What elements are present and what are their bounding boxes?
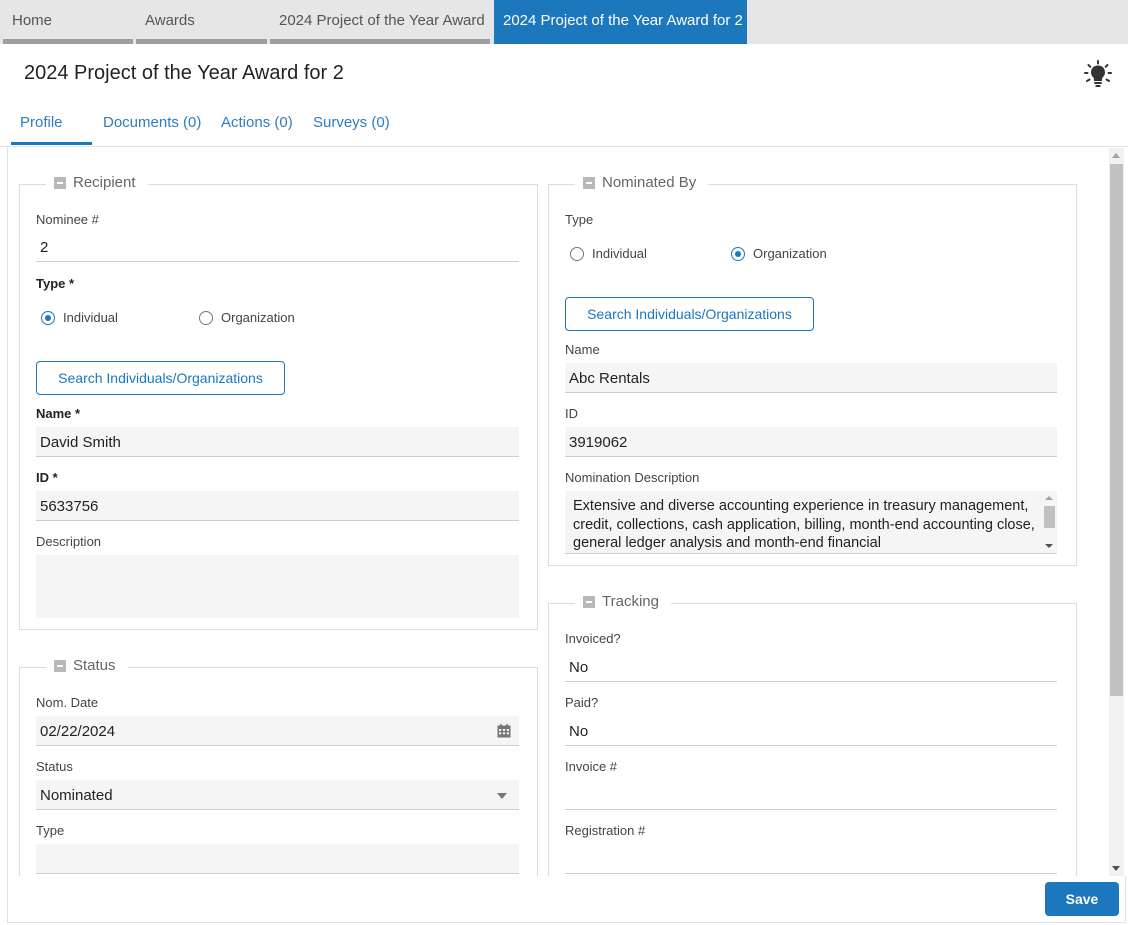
- tab-documents[interactable]: Documents (0): [103, 114, 201, 131]
- lightbulb-icon[interactable]: [1084, 60, 1112, 88]
- status-type-field[interactable]: [36, 844, 519, 874]
- status-legend: Status: [73, 657, 116, 674]
- nominator-id-field[interactable]: 3919062: [565, 427, 1057, 457]
- radio-label: Organization: [753, 246, 827, 261]
- status-label: Status: [36, 759, 73, 774]
- paid-field[interactable]: No: [565, 716, 1057, 746]
- recipient-type-individual[interactable]: Individual: [41, 310, 118, 325]
- recipient-name-label: Name *: [36, 406, 81, 421]
- collapse-icon[interactable]: [54, 659, 66, 672]
- tab-surveys[interactable]: Surveys (0): [313, 114, 390, 131]
- radio-unselected: [570, 246, 584, 261]
- breadcrumb-awards[interactable]: Awards: [136, 0, 267, 44]
- nominator-type-organization[interactable]: Organization: [731, 246, 827, 261]
- radio-unselected: [199, 310, 213, 325]
- nominated-by-legend: Nominated By: [602, 174, 697, 191]
- invoiced-field[interactable]: No: [565, 652, 1057, 682]
- breadcrumb: Home Awards 2024 Project of the Year Awa…: [0, 0, 1128, 44]
- nominator-name-field[interactable]: Abc Rentals: [565, 363, 1057, 393]
- nominee-field[interactable]: 2: [36, 232, 519, 262]
- registration-number-field[interactable]: [565, 844, 1057, 874]
- nom-date-value: 02/22/2024: [40, 723, 116, 740]
- status-select[interactable]: Nominated: [36, 780, 519, 810]
- invoice-number-field[interactable]: [565, 780, 1057, 810]
- nominator-name-label: Name: [565, 342, 600, 357]
- invoiced-label: Invoiced?: [565, 631, 621, 646]
- description-label: Description: [36, 534, 102, 549]
- tab-profile[interactable]: Profile: [11, 114, 92, 145]
- nominator-type-label: Type: [565, 212, 594, 227]
- scroll-thumb[interactable]: [1110, 164, 1123, 696]
- invoice-number-label: Invoice #: [565, 759, 618, 774]
- recipient-search-button[interactable]: Search Individuals/Organizations: [36, 361, 285, 395]
- nominator-search-button[interactable]: Search Individuals/Organizations: [565, 297, 814, 331]
- radio-label: Individual: [592, 246, 647, 261]
- collapse-icon[interactable]: [583, 176, 595, 189]
- breadcrumb-home[interactable]: Home: [3, 0, 133, 44]
- scroll-up-icon[interactable]: [1112, 153, 1120, 158]
- nomination-description-label: Nomination Description: [565, 470, 700, 485]
- status-value: Nominated: [40, 787, 113, 804]
- recipient-legend: Recipient: [73, 174, 136, 191]
- tab-actions[interactable]: Actions (0): [221, 114, 293, 131]
- radio-selected: [41, 310, 55, 325]
- page-title: 2024 Project of the Year Award for 2: [24, 62, 344, 84]
- radio-label: Individual: [63, 310, 118, 325]
- nominator-type-individual[interactable]: Individual: [570, 246, 647, 261]
- tab-bar: Profile Documents (0) Actions (0) Survey…: [0, 110, 1128, 147]
- recipient-type-organization[interactable]: Organization: [199, 310, 295, 325]
- recipient-id-label: ID *: [36, 470, 58, 485]
- nom-date-field[interactable]: 02/22/2024: [36, 716, 519, 746]
- status-type-label: Type: [36, 823, 65, 838]
- nom-date-label: Nom. Date: [36, 695, 99, 710]
- footer-bar: [7, 876, 1126, 923]
- save-button[interactable]: Save: [1045, 882, 1119, 916]
- paid-label: Paid?: [565, 695, 599, 710]
- breadcrumb-current[interactable]: 2024 Project of the Year Award for 2: [494, 0, 747, 44]
- registration-number-label: Registration #: [565, 823, 646, 838]
- page-scrollbar[interactable]: [1109, 148, 1124, 876]
- chevron-down-icon: [497, 793, 507, 799]
- recipient-id-field[interactable]: 5633756: [36, 491, 519, 521]
- description-field[interactable]: [36, 555, 519, 618]
- nomination-description-field[interactable]: Extensive and diverse accounting experie…: [565, 491, 1057, 554]
- profile-panel: Recipient Nominee # 2 Type * Individual …: [7, 147, 1126, 876]
- radio-label: Organization: [221, 310, 295, 325]
- radio-selected: [731, 246, 745, 261]
- scroll-down-icon[interactable]: [1112, 866, 1120, 871]
- nominee-label: Nominee #: [36, 212, 99, 227]
- tracking-legend: Tracking: [602, 593, 659, 610]
- nomination-description-text: Extensive and diverse accounting experie…: [573, 498, 1035, 551]
- recipient-name-field[interactable]: David Smith: [36, 427, 519, 457]
- breadcrumb-award[interactable]: 2024 Project of the Year Award: [270, 0, 490, 44]
- nominator-id-label: ID: [565, 406, 578, 421]
- collapse-icon[interactable]: [583, 595, 595, 608]
- recipient-type-label: Type *: [36, 276, 75, 291]
- collapse-icon[interactable]: [54, 176, 66, 189]
- textarea-scrollbar[interactable]: [1043, 493, 1055, 551]
- calendar-icon[interactable]: [497, 724, 511, 738]
